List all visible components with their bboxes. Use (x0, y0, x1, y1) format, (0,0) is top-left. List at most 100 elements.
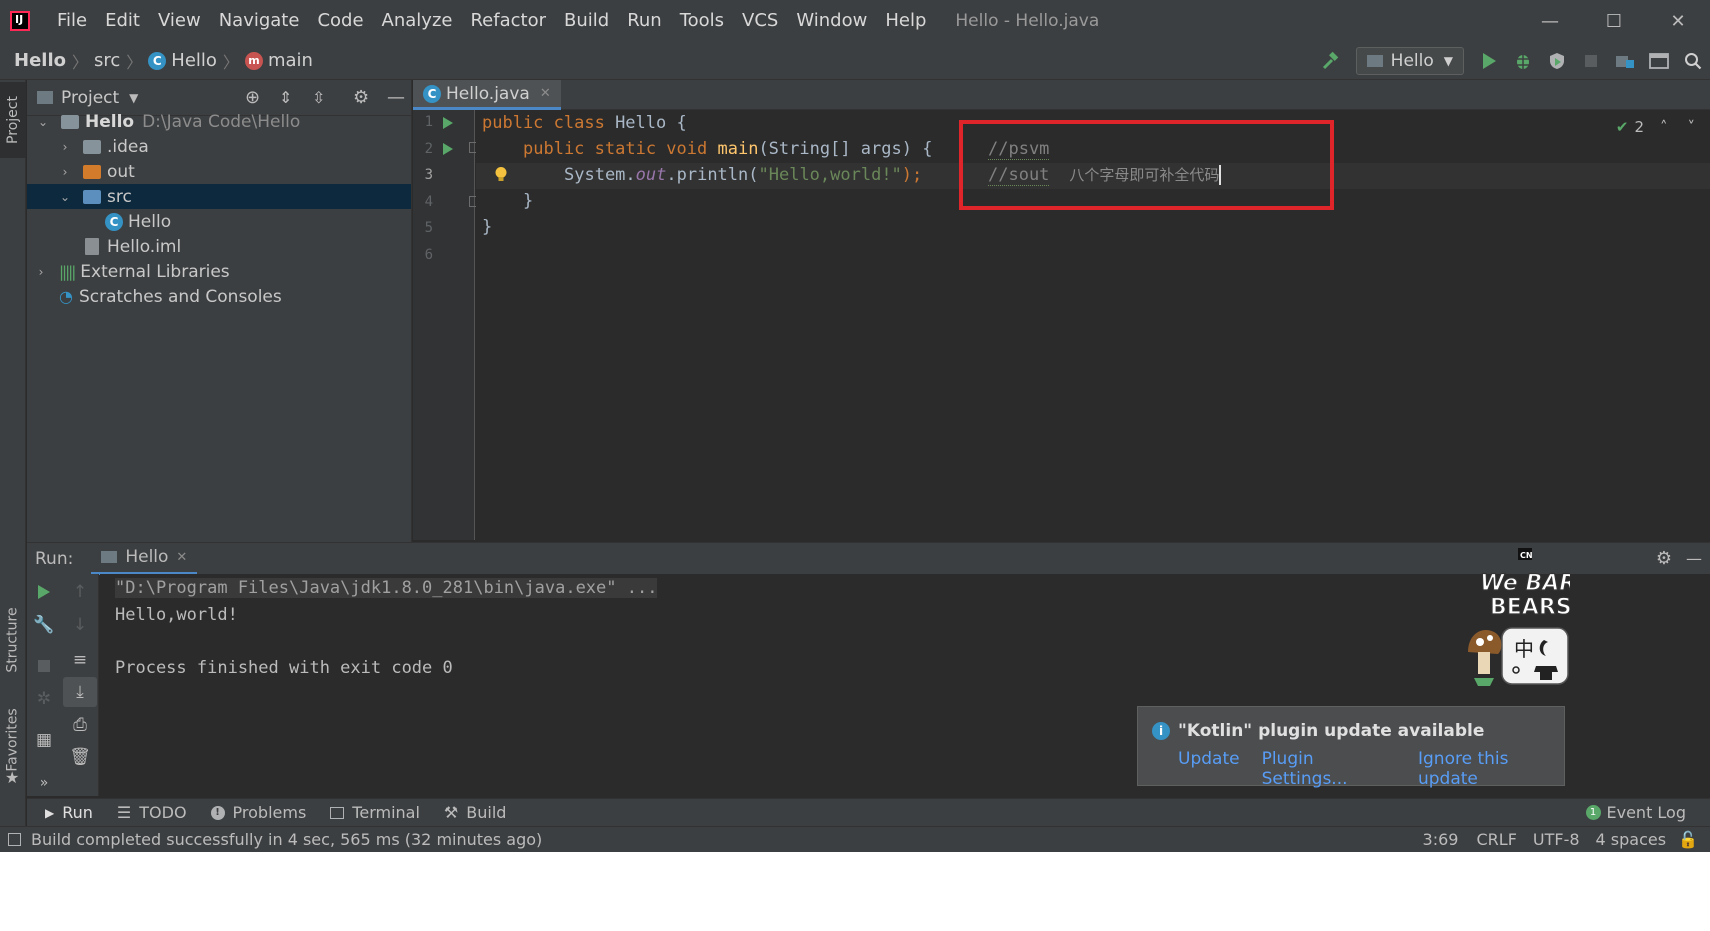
wrench-icon[interactable]: 🔧 (27, 610, 61, 640)
tool-tab-todo[interactable]: ☰ TODO (105, 799, 199, 827)
line-separator[interactable]: CRLF (1476, 830, 1516, 849)
chevron-right-icon[interactable]: › (33, 265, 49, 279)
down-arrow-icon[interactable]: ↓ (63, 610, 97, 640)
stop-icon[interactable] (27, 651, 61, 681)
expand-all-icon[interactable]: ⇕ (279, 88, 292, 107)
caret-position[interactable]: 3:69 (1423, 830, 1459, 849)
left-tool-strip: Project Structure Favorites ★ (0, 80, 26, 886)
console-command-line: "D:\Program Files\Java\jdk1.8.0_281\bin\… (115, 578, 658, 598)
rerun-icon[interactable] (27, 577, 61, 607)
chevron-up-icon[interactable]: ˄ (1660, 118, 1668, 136)
menu-edit[interactable]: Edit (96, 0, 149, 42)
breadcrumb-src[interactable]: src (94, 50, 120, 71)
gear-icon[interactable]: ⚙ (1656, 548, 1672, 569)
menu-window[interactable]: Window (787, 0, 876, 42)
tab-hello-java[interactable]: C Hello.java ✕ (413, 80, 561, 110)
project-structure-icon[interactable] (1608, 46, 1642, 76)
update-link[interactable]: Update (1178, 749, 1240, 789)
run-icon[interactable] (1472, 46, 1506, 76)
run-panel-header: Run: Hello ✕ ⚙ — (27, 542, 1710, 575)
close-tab-icon[interactable]: ✕ (176, 550, 187, 565)
menu-analyze[interactable]: Analyze (373, 0, 462, 42)
project-tool-tab[interactable]: Project (0, 82, 26, 158)
run-gutter-icon[interactable] (441, 116, 455, 130)
menu-refactor[interactable]: Refactor (461, 0, 555, 42)
lock-icon[interactable]: 🔓 (1678, 830, 1698, 849)
locate-icon[interactable]: ⊕ (245, 87, 260, 108)
menu-view[interactable]: View (149, 0, 210, 42)
minimize-button[interactable]: — (1518, 0, 1582, 42)
project-view-title[interactable]: Project (61, 88, 119, 108)
scroll-to-end-icon[interactable]: ⤓ (63, 677, 97, 707)
tree-item-scratches[interactable]: ◔ Scratches and Consoles (27, 284, 411, 309)
breadcrumb-method[interactable]: main (268, 50, 313, 71)
run-configuration-select[interactable]: Hello ▼ (1355, 47, 1464, 75)
tool-tab-build[interactable]: ⚒ Build (432, 799, 519, 827)
chevron-right-icon[interactable]: › (57, 140, 73, 154)
run-gutter-icon[interactable] (441, 142, 455, 156)
plugin-update-notification: i "Kotlin" plugin update available Updat… (1137, 706, 1565, 789)
chevron-down-icon[interactable]: ⌄ (57, 190, 73, 204)
ignore-update-link[interactable]: Ignore this update (1418, 749, 1564, 789)
tree-item-root[interactable]: ⌄ Hello D:\Java Code\Hello (27, 109, 411, 134)
coverage-icon[interactable] (1540, 46, 1574, 76)
stop-icon[interactable] (1574, 46, 1608, 76)
menu-help[interactable]: Help (876, 0, 935, 42)
run-panel-label: Run: (35, 548, 74, 569)
tool-tab-label: Build (466, 803, 507, 822)
menu-file[interactable]: File (48, 0, 96, 42)
up-arrow-icon[interactable]: ↑ (63, 577, 97, 607)
menu-build[interactable]: Build (555, 0, 618, 42)
tool-windows-toggle-icon[interactable] (8, 833, 21, 846)
tree-item-hello-iml[interactable]: Hello.iml (27, 234, 411, 259)
soft-wrap-icon[interactable]: ≡ (63, 645, 97, 675)
menu-tools[interactable]: Tools (671, 0, 733, 42)
chevron-right-icon[interactable]: › (57, 165, 73, 179)
tool-tab-terminal[interactable]: Terminal (318, 799, 432, 827)
search-icon[interactable] (1676, 46, 1710, 76)
inspection-widget[interactable]: ✔ 2 ˄ ˅ (1616, 118, 1695, 136)
tree-item-src[interactable]: ⌄ src (27, 184, 411, 209)
project-tool-tab-label: Project (5, 96, 21, 144)
structure-tool-tab[interactable]: Structure (0, 592, 26, 688)
menu-run[interactable]: Run (618, 0, 671, 42)
indent-setting[interactable]: 4 spaces (1596, 830, 1667, 849)
print-icon[interactable]: ⎙ (63, 710, 97, 740)
chevron-down-icon[interactable]: ⌄ (35, 115, 51, 129)
menu-code[interactable]: Code (308, 0, 372, 42)
trash-icon[interactable]: 🗑 (63, 742, 97, 772)
file-encoding[interactable]: UTF-8 (1533, 830, 1580, 849)
lightbulb-icon[interactable] (494, 166, 508, 184)
hammer-icon[interactable] (1314, 46, 1348, 76)
tree-item-idea[interactable]: › .idea (27, 134, 411, 159)
close-button[interactable]: ✕ (1646, 0, 1710, 42)
chevron-down-icon[interactable]: ▼ (129, 91, 138, 105)
tool-tab-run[interactable]: ▶ Run (33, 799, 105, 827)
hide-panel-icon[interactable]: — (387, 87, 405, 108)
tool-tab-event-log[interactable]: 1 Event Log (1574, 799, 1699, 827)
tool-tab-problems[interactable]: ! Problems (199, 799, 319, 827)
collapse-all-icon[interactable]: ⇳ (312, 88, 325, 107)
breadcrumb-project[interactable]: Hello (14, 50, 66, 71)
tree-item-hello-class[interactable]: C Hello (27, 209, 411, 234)
breadcrumb-class[interactable]: Hello (171, 50, 217, 71)
layout-icon[interactable] (1642, 46, 1676, 76)
chevron-down-icon[interactable]: ˅ (1688, 118, 1696, 136)
menu-vcs[interactable]: VCS (733, 0, 787, 42)
debug-icon[interactable] (1506, 46, 1540, 76)
config-icon (1366, 55, 1383, 67)
line-number: 5 (424, 220, 433, 236)
restore-layout-icon[interactable]: ▦ (27, 725, 61, 755)
hide-panel-icon[interactable]: — (1686, 549, 1702, 568)
intellij-logo-icon: IJ (10, 11, 30, 31)
more-icon[interactable]: » (27, 768, 61, 798)
run-tab-hello[interactable]: Hello ✕ (91, 543, 198, 575)
tree-item-out[interactable]: › out (27, 159, 411, 184)
tree-item-external-libraries[interactable]: › ||||| External Libraries (27, 259, 411, 284)
gear-icon[interactable]: ⚙ (353, 87, 369, 108)
close-tab-icon[interactable]: ✕ (540, 86, 551, 101)
dump-threads-icon[interactable]: ✲ (27, 684, 61, 714)
maximize-button[interactable]: ☐ (1582, 0, 1646, 42)
plugin-settings-link[interactable]: Plugin Settings... (1262, 749, 1396, 789)
menu-navigate[interactable]: Navigate (210, 0, 309, 42)
